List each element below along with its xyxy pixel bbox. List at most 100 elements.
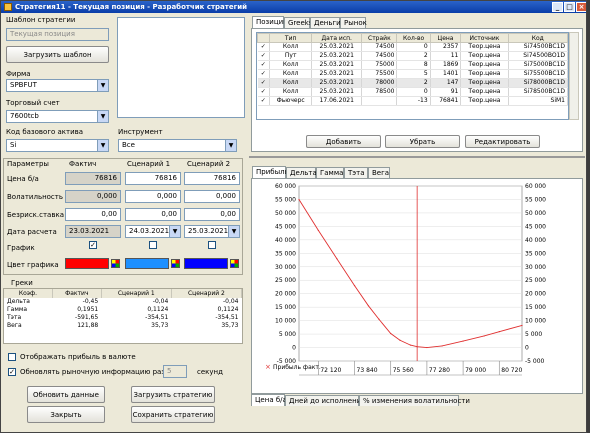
chevron-down-icon[interactable]: ▼ — [97, 140, 108, 151]
save-strategy-button[interactable]: Сохранить стратегию — [131, 406, 215, 423]
position-header[interactable]: Тип — [269, 33, 313, 43]
position-scrollbar[interactable] — [569, 32, 579, 120]
profit-point — [409, 344, 412, 346]
position-header[interactable]: Источник — [460, 33, 509, 43]
account-select[interactable]: 7600tcb ▼ — [6, 110, 109, 123]
chevron-down-icon[interactable]: ▼ — [97, 111, 108, 122]
add-position-button[interactable]: Добавить — [306, 135, 381, 148]
position-cell: -13 — [396, 96, 431, 106]
show-currency-checkbox[interactable] — [8, 353, 16, 361]
show-currency-label: Отображать прибыль в валюте — [20, 353, 136, 361]
chart-s1-checkbox[interactable] — [149, 241, 157, 249]
position-row[interactable]: ✓ Колл 25.03.2021 75000 8 1869 Теор.цена Si7500… — [257, 60, 568, 70]
profit-chart[interactable]: 60 000 60 000 55 000 55 000 50 000 50 000 45 0… — [252, 179, 582, 393]
tab-position.tabs-0[interactable]: Позиции — [252, 16, 288, 28]
position-row[interactable]: ✓ Пут 25.03.2021 74500 2 11 Теор.цена Si74500BO… — [257, 51, 568, 61]
palette-icon[interactable] — [171, 259, 180, 268]
update-data-button[interactable]: Обновить данные — [27, 386, 105, 403]
tab-charttabs-0[interactable]: Прибыль — [252, 166, 289, 178]
rate-s1[interactable]: 0,00 — [125, 208, 181, 221]
close-window-button[interactable]: × — [576, 2, 586, 12]
color-s1-swatch[interactable] — [125, 258, 169, 269]
position-cell: Теор.цена — [460, 69, 509, 79]
color-fact-swatch[interactable] — [65, 258, 109, 269]
window-title: Стратегия11 - Текущая позиция - Разработ… — [15, 3, 248, 11]
y-tick-right: 20 000 — [525, 291, 546, 298]
chart-s2-checkbox[interactable] — [208, 241, 216, 249]
color-s2-swatch[interactable] — [184, 258, 228, 269]
position-header[interactable]: Кол-во — [396, 33, 431, 43]
position-checkbox[interactable]: ✓ — [257, 69, 271, 79]
position-checkbox[interactable]: ✓ — [257, 60, 271, 70]
maximize-button[interactable]: □ — [564, 2, 575, 12]
position-row[interactable]: ✓ Колл 25.03.2021 74500 0 2357 Теор.цена Si7450… — [257, 42, 568, 52]
position-row[interactable]: ✓ Колл 25.03.2021 75500 5 1401 Теор.цена Si7550… — [257, 69, 568, 79]
chart-fact-checkbox[interactable]: ✓ — [89, 241, 97, 249]
minimize-button[interactable]: _ — [552, 2, 563, 12]
color-label: Цвет графика — [7, 261, 59, 269]
edit-position-button[interactable]: Редактировать — [465, 135, 540, 148]
chevron-down-icon[interactable]: ▼ — [225, 140, 236, 151]
position-header[interactable]: Дата исп. — [311, 33, 363, 43]
load-strategy-button[interactable]: Загрузить стратегию — [131, 386, 215, 403]
position-cell: 2 — [396, 78, 431, 88]
tab-position.tabs-3[interactable]: Рынок — [340, 17, 367, 28]
chevron-down-icon[interactable]: ▼ — [97, 80, 108, 91]
position-checkbox[interactable]: ✓ — [257, 42, 271, 52]
tab-bottomtabs-2[interactable]: % изменения волатильности — [359, 395, 470, 406]
position-header[interactable]: Код — [507, 33, 568, 43]
calendar-dropdown-icon[interactable]: ▼ — [169, 226, 180, 237]
auto-update-checkbox[interactable]: ✓ — [8, 368, 16, 376]
tab-charttabs-3[interactable]: Тэта — [344, 167, 368, 178]
firm-select[interactable]: SPBFUT ▼ — [6, 79, 109, 92]
position-checkbox[interactable]: ✓ — [257, 78, 271, 88]
y-tick-left: 55 000 — [275, 196, 296, 203]
y-tick-left: 5 000 — [279, 331, 296, 338]
tab-charttabs-2[interactable]: Гамма — [316, 167, 344, 178]
vol-s2[interactable]: 0,000 — [184, 190, 240, 203]
base-code-select[interactable]: Si ▼ — [6, 139, 109, 152]
position-header[interactable]: Цена — [429, 33, 462, 43]
calendar-dropdown-icon[interactable]: ▼ — [228, 226, 239, 237]
position-header[interactable]: Страйк — [361, 33, 398, 43]
position-checkbox[interactable]: ✓ — [257, 87, 271, 97]
template-field[interactable]: Текущая позиция — [6, 28, 109, 41]
x-tick-label: 72 120 — [320, 367, 341, 374]
load-template-button[interactable]: Загрузить шаблон — [6, 46, 109, 63]
position-row[interactable]: ✓ Колл 25.03.2021 78500 0 91 Теор.цена Si78500B… — [257, 87, 568, 97]
tab-bottomtabs-1[interactable]: Дней до исполнения — [285, 395, 365, 406]
tab-position.tabs-1[interactable]: Greeks — [284, 17, 312, 28]
tab-bottomtabs-0[interactable]: Цена б/а — [251, 394, 287, 406]
position-row[interactable]: ✓ Фьючерс 17.06.2021 -13 76841 Теор.цена SiM1 — [257, 96, 568, 106]
date-s1[interactable]: 24.03.2021 ▼ — [125, 225, 181, 238]
vol-s1[interactable]: 0,000 — [125, 190, 181, 203]
position-header[interactable] — [257, 33, 271, 43]
splitter[interactable] — [249, 156, 585, 158]
date-s2[interactable]: 25.03.2021 ▼ — [184, 225, 240, 238]
position-grid: Тип Дата исп. Страйк Кол-во Цена Источник Код … — [256, 32, 569, 120]
tab-charttabs-4[interactable]: Вега — [368, 167, 390, 178]
rate-fact[interactable]: 0,00 — [65, 208, 121, 221]
profit-point — [367, 305, 370, 307]
app-icon — [4, 3, 12, 11]
price-s2[interactable]: 76816 — [184, 172, 240, 185]
position-checkbox[interactable]: ✓ — [257, 96, 271, 106]
position-row[interactable]: ✓ Колл 25.03.2021 78000 2 147 Теор.цена Si78000… — [257, 78, 568, 88]
position-checkbox[interactable]: ✓ — [257, 51, 271, 61]
y-tick-right: 55 000 — [525, 196, 546, 203]
rate-s2[interactable]: 0,00 — [184, 208, 240, 221]
account-value: 7600tcb — [10, 112, 39, 120]
price-s1[interactable]: 76816 — [125, 172, 181, 185]
instrument-select[interactable]: Все ▼ — [118, 139, 237, 152]
remove-position-button[interactable]: Убрать — [385, 135, 460, 148]
close-button[interactable]: Закрыть — [27, 406, 105, 423]
greeks-cell: -354,51 — [145, 314, 169, 321]
tab-position.tabs-2[interactable]: Деньги — [310, 17, 341, 28]
title-bar: Стратегия11 - Текущая позиция - Разработ… — [1, 1, 586, 13]
palette-icon[interactable] — [230, 259, 239, 268]
tab-charttabs-1[interactable]: Дельта — [286, 167, 317, 178]
params-col-s2: Сценарий 2 — [187, 160, 231, 168]
update-interval-field[interactable]: 5 — [163, 365, 187, 378]
palette-icon[interactable] — [111, 259, 120, 268]
position-cell: Si74500BC1D — [508, 42, 568, 52]
